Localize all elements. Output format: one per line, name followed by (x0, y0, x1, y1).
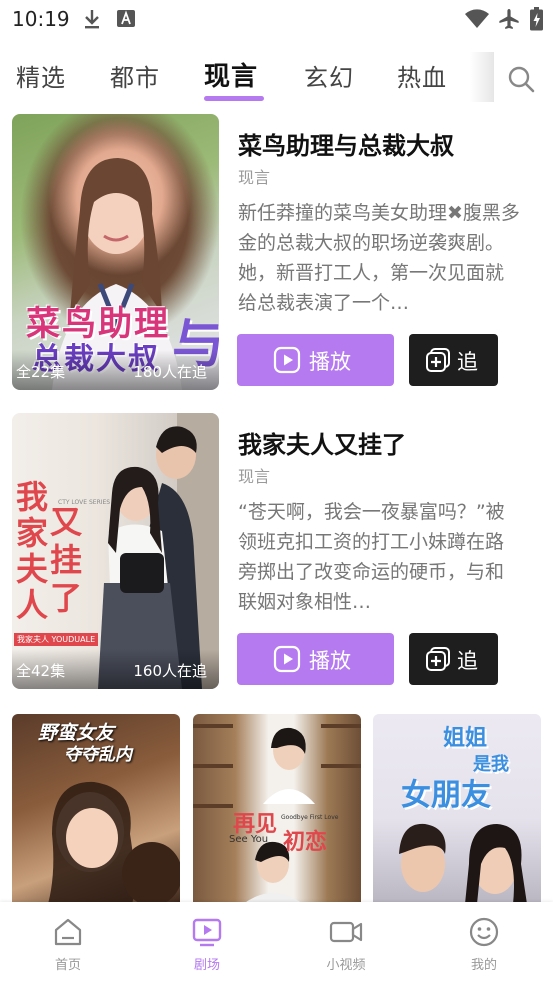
drama-description: “苍天啊，我会一夜暴富吗？”被领班克扣工资的打工小妹蹲在路旁掷出了改变命运的硬币… (238, 501, 505, 613)
follow-button[interactable]: 追 (409, 633, 498, 685)
a-notification-icon (116, 8, 136, 32)
tab-jingxuan[interactable]: 精选 (16, 58, 66, 93)
thumbnail-subtitle: See You (229, 834, 269, 845)
tab-dushi[interactable]: 都市 (110, 58, 160, 93)
bottom-nav: 首页 剧场 小视频 我的 (0, 902, 553, 984)
nav-home[interactable]: 首页 (18, 912, 118, 978)
status-bar: 10:19 (0, 0, 553, 40)
play-button[interactable]: 播放 (237, 633, 394, 685)
thumbnail-title-line2: 夺夺乱内 (64, 745, 132, 765)
poster-caption: CTY LOVE SERIES (58, 499, 111, 506)
nav-label: 我的 (470, 958, 497, 973)
play-icon (273, 346, 301, 379)
drama-genre: 现言 (238, 168, 271, 187)
play-icon (273, 645, 301, 678)
tab-xuanhuan[interactable]: 玄幻 (304, 58, 354, 93)
battery-charging-icon (530, 7, 543, 35)
drama-card: 我家 夫人 又挂了 CTY LOVE SERIES 我家夫人 YOUDUALE … (12, 413, 542, 689)
play-button[interactable]: 播放 (237, 334, 394, 386)
nav-short-video[interactable]: 小视频 (296, 912, 396, 978)
thumbnail-title-line2: 初恋 (283, 830, 328, 855)
nav-label: 剧场 (193, 958, 220, 973)
play-label: 播放 (309, 350, 351, 374)
follow-button[interactable]: 追 (409, 334, 498, 386)
drama-poster[interactable]: 我家 夫人 又挂了 CTY LOVE SERIES 我家夫人 YOUDUALE … (12, 413, 219, 689)
add-follow-icon (425, 646, 451, 677)
drama-genre: 现言 (238, 467, 271, 486)
nav-label: 小视频 (326, 958, 366, 973)
active-tab-indicator (204, 96, 264, 101)
wifi-icon (464, 9, 490, 33)
drama-poster[interactable]: 菜鸟助理 总裁大叔 与 全22集 180人在追 (12, 114, 219, 390)
nav-profile[interactable]: 我的 (434, 912, 534, 978)
video-camera-icon (329, 921, 363, 943)
drama-thumbnail[interactable]: 野蛮女友 夺夺乱内 (12, 714, 180, 904)
add-follow-icon (425, 347, 451, 378)
search-button[interactable] (500, 60, 540, 100)
thumbnail-title-line1: 姐姐 (443, 726, 488, 751)
drama-thumbnail[interactable]: 姐姐 是我 女朋友 (373, 714, 541, 904)
drama-thumbnail[interactable]: 再见 初恋 See You Goodbye First Love (193, 714, 361, 904)
poster-title-line3: 又挂了 (50, 503, 83, 617)
tabs-scroll-fade (470, 52, 494, 102)
episode-count: 全42集 (16, 662, 66, 680)
thumbnail-subtitle-en: Goodbye First Love (281, 814, 339, 821)
thumbnail-title-line3: 女朋友 (401, 778, 491, 813)
episode-count: 全22集 (16, 363, 66, 381)
category-tabs: 精选 都市 现言 玄幻 热血 (0, 52, 553, 102)
smiley-profile-icon (469, 917, 499, 947)
poster-tag: 我家夫人 YOUDUALE (14, 633, 99, 646)
play-label: 播放 (309, 649, 351, 673)
viewer-count: 180人在追 (133, 363, 207, 381)
drama-title[interactable]: 菜鸟助理与总裁大叔 (238, 126, 454, 161)
airplane-mode-icon (498, 8, 520, 34)
download-icon (82, 8, 102, 34)
status-time: 10:19 (12, 7, 70, 31)
nav-label: 首页 (54, 958, 81, 973)
theater-play-icon (192, 918, 222, 947)
home-icon (54, 918, 82, 946)
tab-xianyan[interactable]: 现言 (204, 56, 258, 93)
drama-title[interactable]: 我家夫人又挂了 (238, 425, 406, 460)
search-icon (508, 66, 535, 93)
viewer-count: 160人在追 (133, 662, 207, 680)
follow-label: 追 (457, 350, 478, 374)
tab-rexue[interactable]: 热血 (397, 58, 447, 93)
follow-label: 追 (457, 649, 478, 673)
drama-description: 新任莽撞的菜鸟美女助理✖腹黑多金的总裁大叔的职场逆袭爽剧。她，新晋打工人，第一次… (238, 202, 520, 314)
nav-theater[interactable]: 剧场 (157, 912, 257, 978)
drama-card: 菜鸟助理 总裁大叔 与 全22集 180人在追 菜鸟助理与总裁大叔 现言 新任莽… (12, 114, 542, 390)
